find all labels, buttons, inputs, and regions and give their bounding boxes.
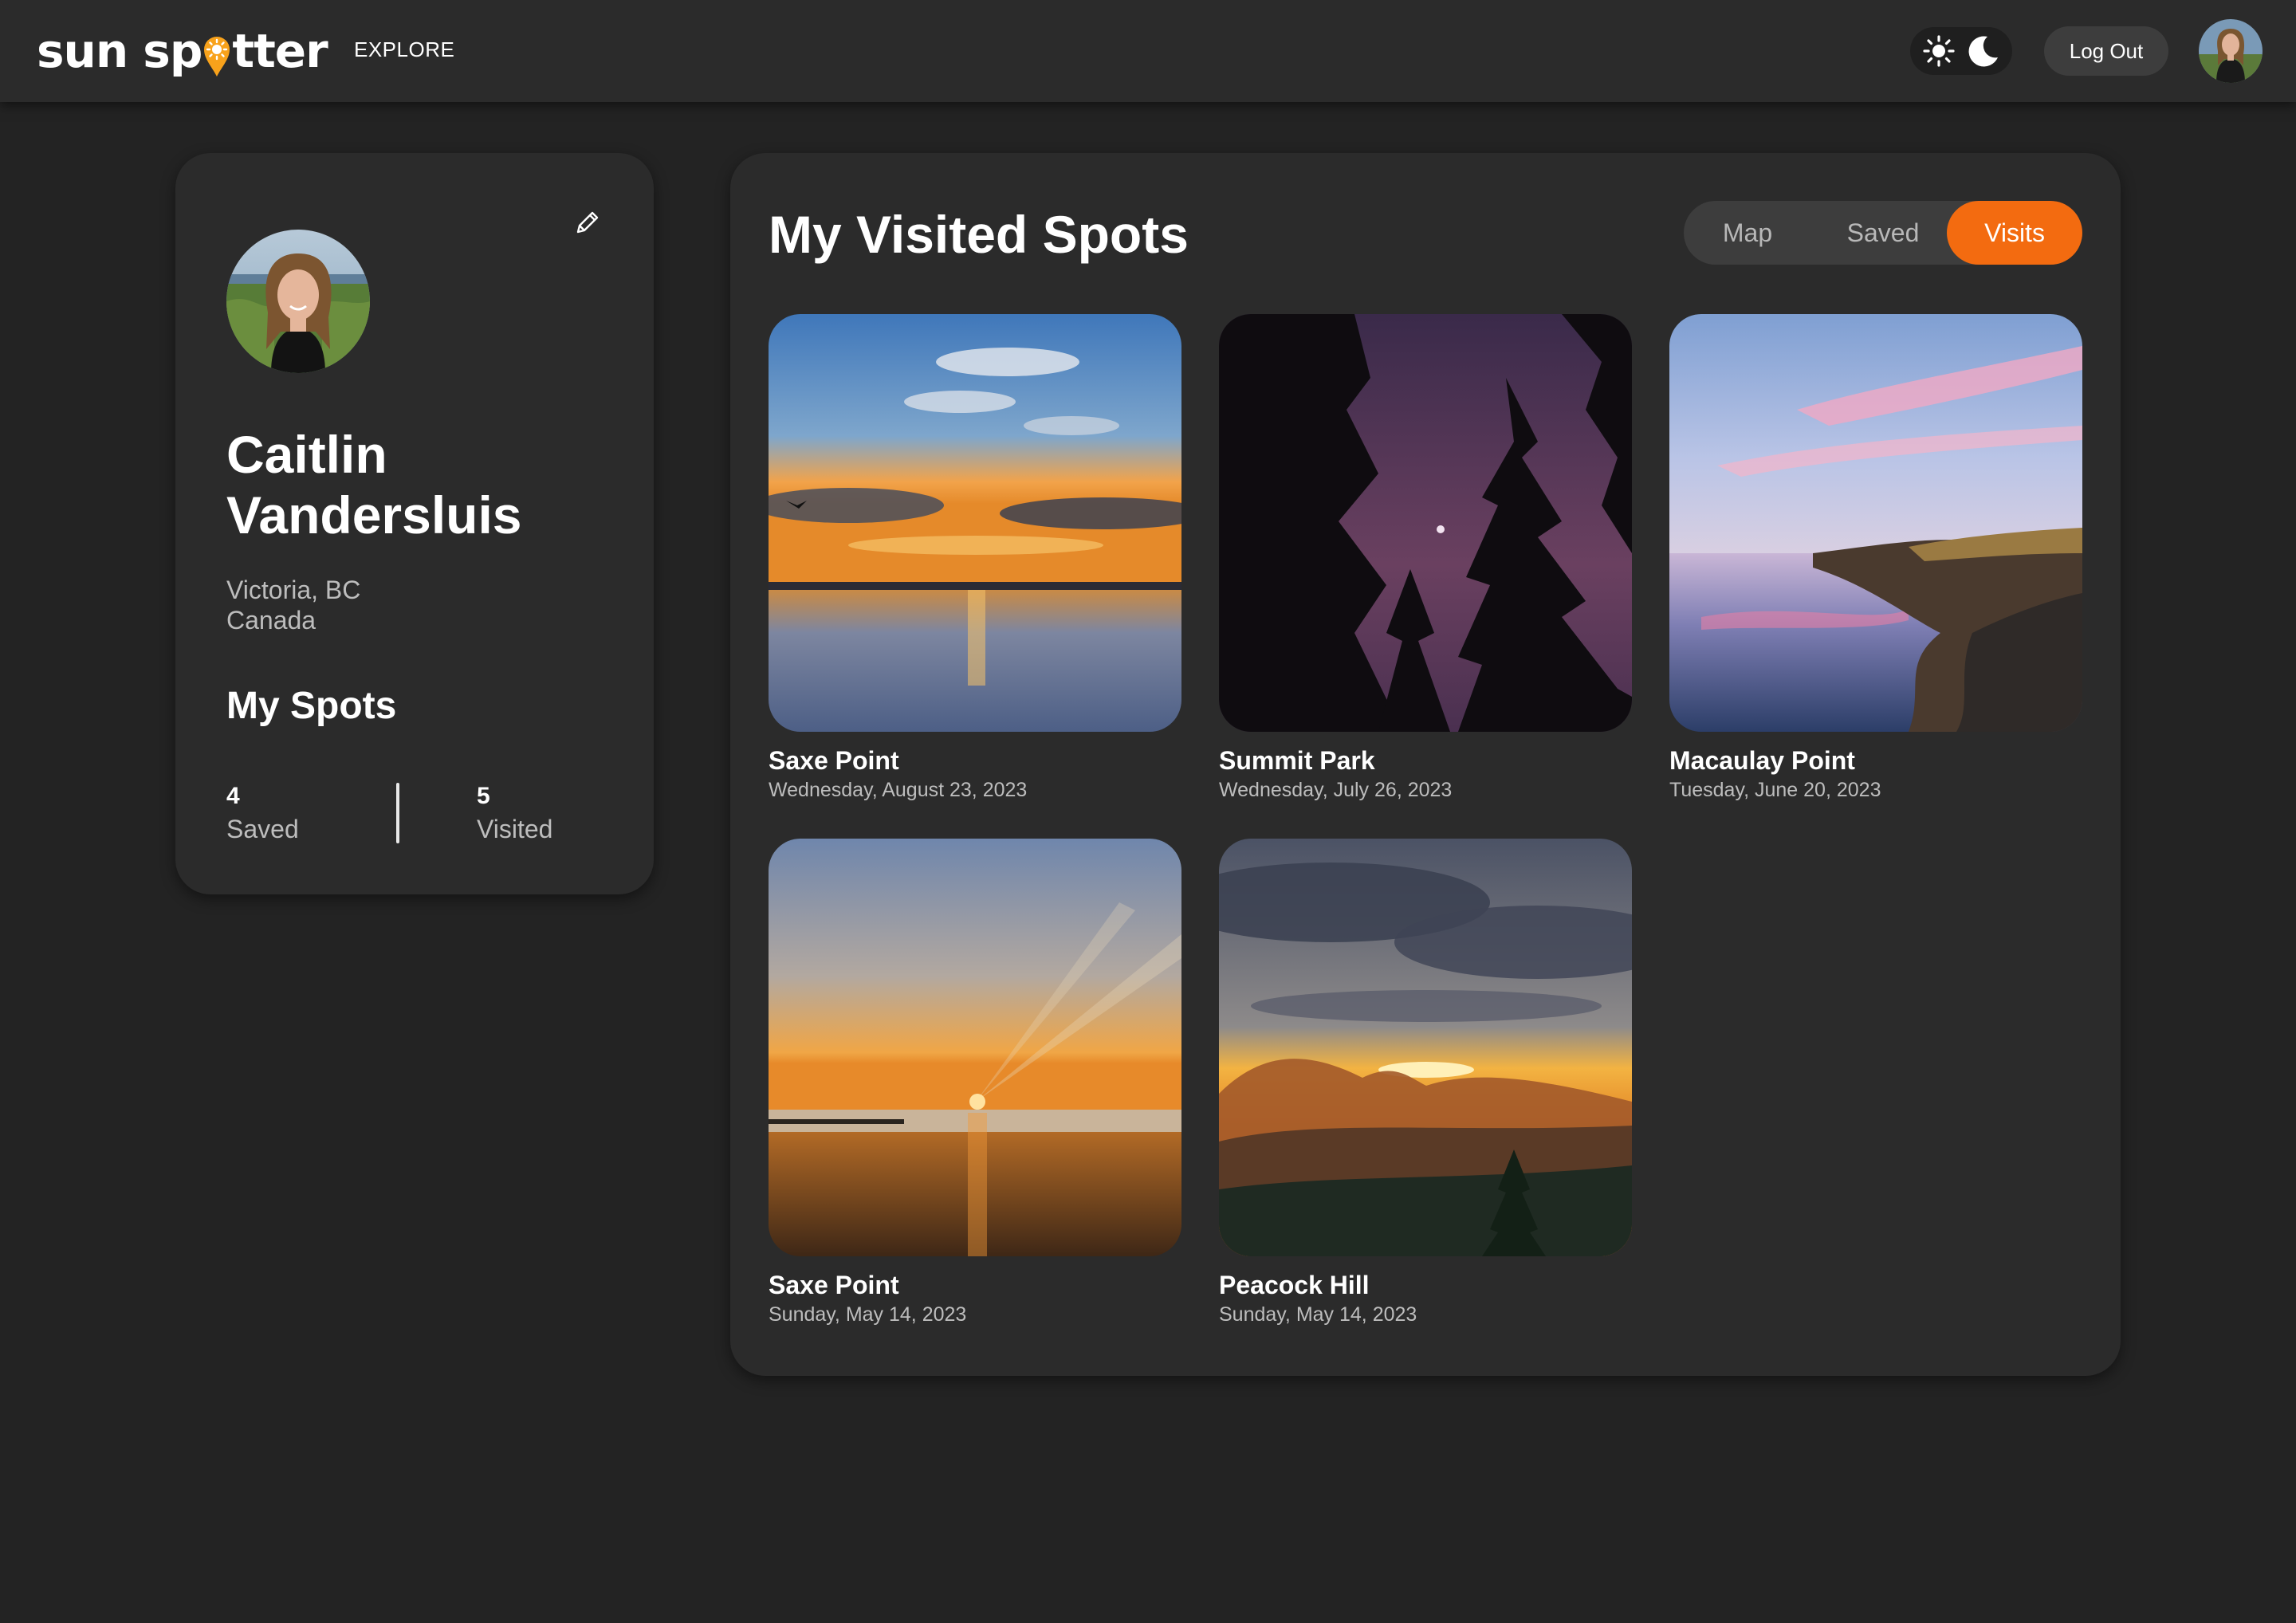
visited-label: Visited (477, 815, 553, 843)
visit-date: Tuesday, June 20, 2023 (1669, 779, 1881, 801)
profile-avatar (226, 230, 370, 373)
visit-photo (1219, 314, 1632, 732)
page-title: My Visited Spots (769, 205, 1189, 264)
visited-spots-panel: My Visited Spots Map Saved Visits Saxe P… (730, 153, 2121, 1376)
visit-place: Saxe Point (769, 1271, 899, 1299)
visit-card[interactable]: Peacock Hill Sunday, May 14, 2023 (1219, 839, 1632, 1326)
my-spots-heading: My Spots (226, 685, 397, 727)
profile-city: Victoria, BC (226, 576, 361, 604)
visit-photo (1669, 314, 2082, 732)
visit-date: Wednesday, August 23, 2023 (769, 779, 1028, 801)
nav-link-explore[interactable]: EXPLORE (354, 37, 454, 62)
visit-photo (1219, 839, 1632, 1256)
saved-label: Saved (226, 815, 299, 843)
user-avatar[interactable] (2199, 19, 2263, 83)
view-tabs: Map Saved Visits (1684, 201, 2082, 265)
saved-stat: 4 Saved (226, 783, 299, 844)
visit-date: Sunday, May 14, 2023 (769, 1303, 967, 1326)
moon-icon[interactable] (1964, 32, 2003, 70)
stat-divider (396, 783, 399, 843)
log-out-button[interactable]: Log Out (2044, 26, 2168, 76)
visit-card[interactable]: Summit Park Wednesday, July 26, 2023 (1219, 314, 1632, 802)
pencil-icon[interactable] (566, 201, 609, 244)
tab-saved[interactable]: Saved (1811, 201, 1955, 265)
theme-toggle[interactable] (1910, 27, 2012, 75)
logo-text-left: sun sp (37, 24, 202, 78)
profile-card: Caitlin Vandersluis Victoria, BC Canada … (175, 153, 654, 894)
saved-count: 4 (226, 783, 240, 809)
visit-date: Sunday, May 14, 2023 (1219, 1303, 1417, 1326)
visit-place: Summit Park (1219, 746, 1375, 775)
visit-place: Macaulay Point (1669, 746, 1855, 775)
visit-photo (769, 314, 1181, 732)
logo-text-right: tter (232, 24, 328, 78)
visit-card[interactable]: Macaulay Point Tuesday, June 20, 2023 (1669, 314, 2082, 802)
tab-visits[interactable]: Visits (1947, 201, 2082, 265)
tab-map[interactable]: Map (1684, 201, 1811, 265)
visit-card[interactable]: Saxe Point Sunday, May 14, 2023 (769, 839, 1181, 1326)
visit-date: Wednesday, July 26, 2023 (1219, 779, 1453, 801)
sun-icon[interactable] (1920, 32, 1958, 70)
profile-country: Canada (226, 606, 316, 635)
location-pin-icon (202, 33, 231, 78)
visited-count: 5 (477, 783, 490, 809)
visit-place: Saxe Point (769, 746, 899, 775)
profile-name: Caitlin Vandersluis (226, 425, 522, 544)
visit-place: Peacock Hill (1219, 1271, 1370, 1299)
visit-photo (769, 839, 1181, 1256)
sun-spotter-logo[interactable]: sun sp tter (37, 19, 328, 83)
visited-stat: 5 Visited (477, 783, 552, 844)
visit-card[interactable]: Saxe Point Wednesday, August 23, 2023 (769, 314, 1181, 802)
top-navigation-bar: sun sp tter EXPLORE Log Out (0, 0, 2296, 102)
